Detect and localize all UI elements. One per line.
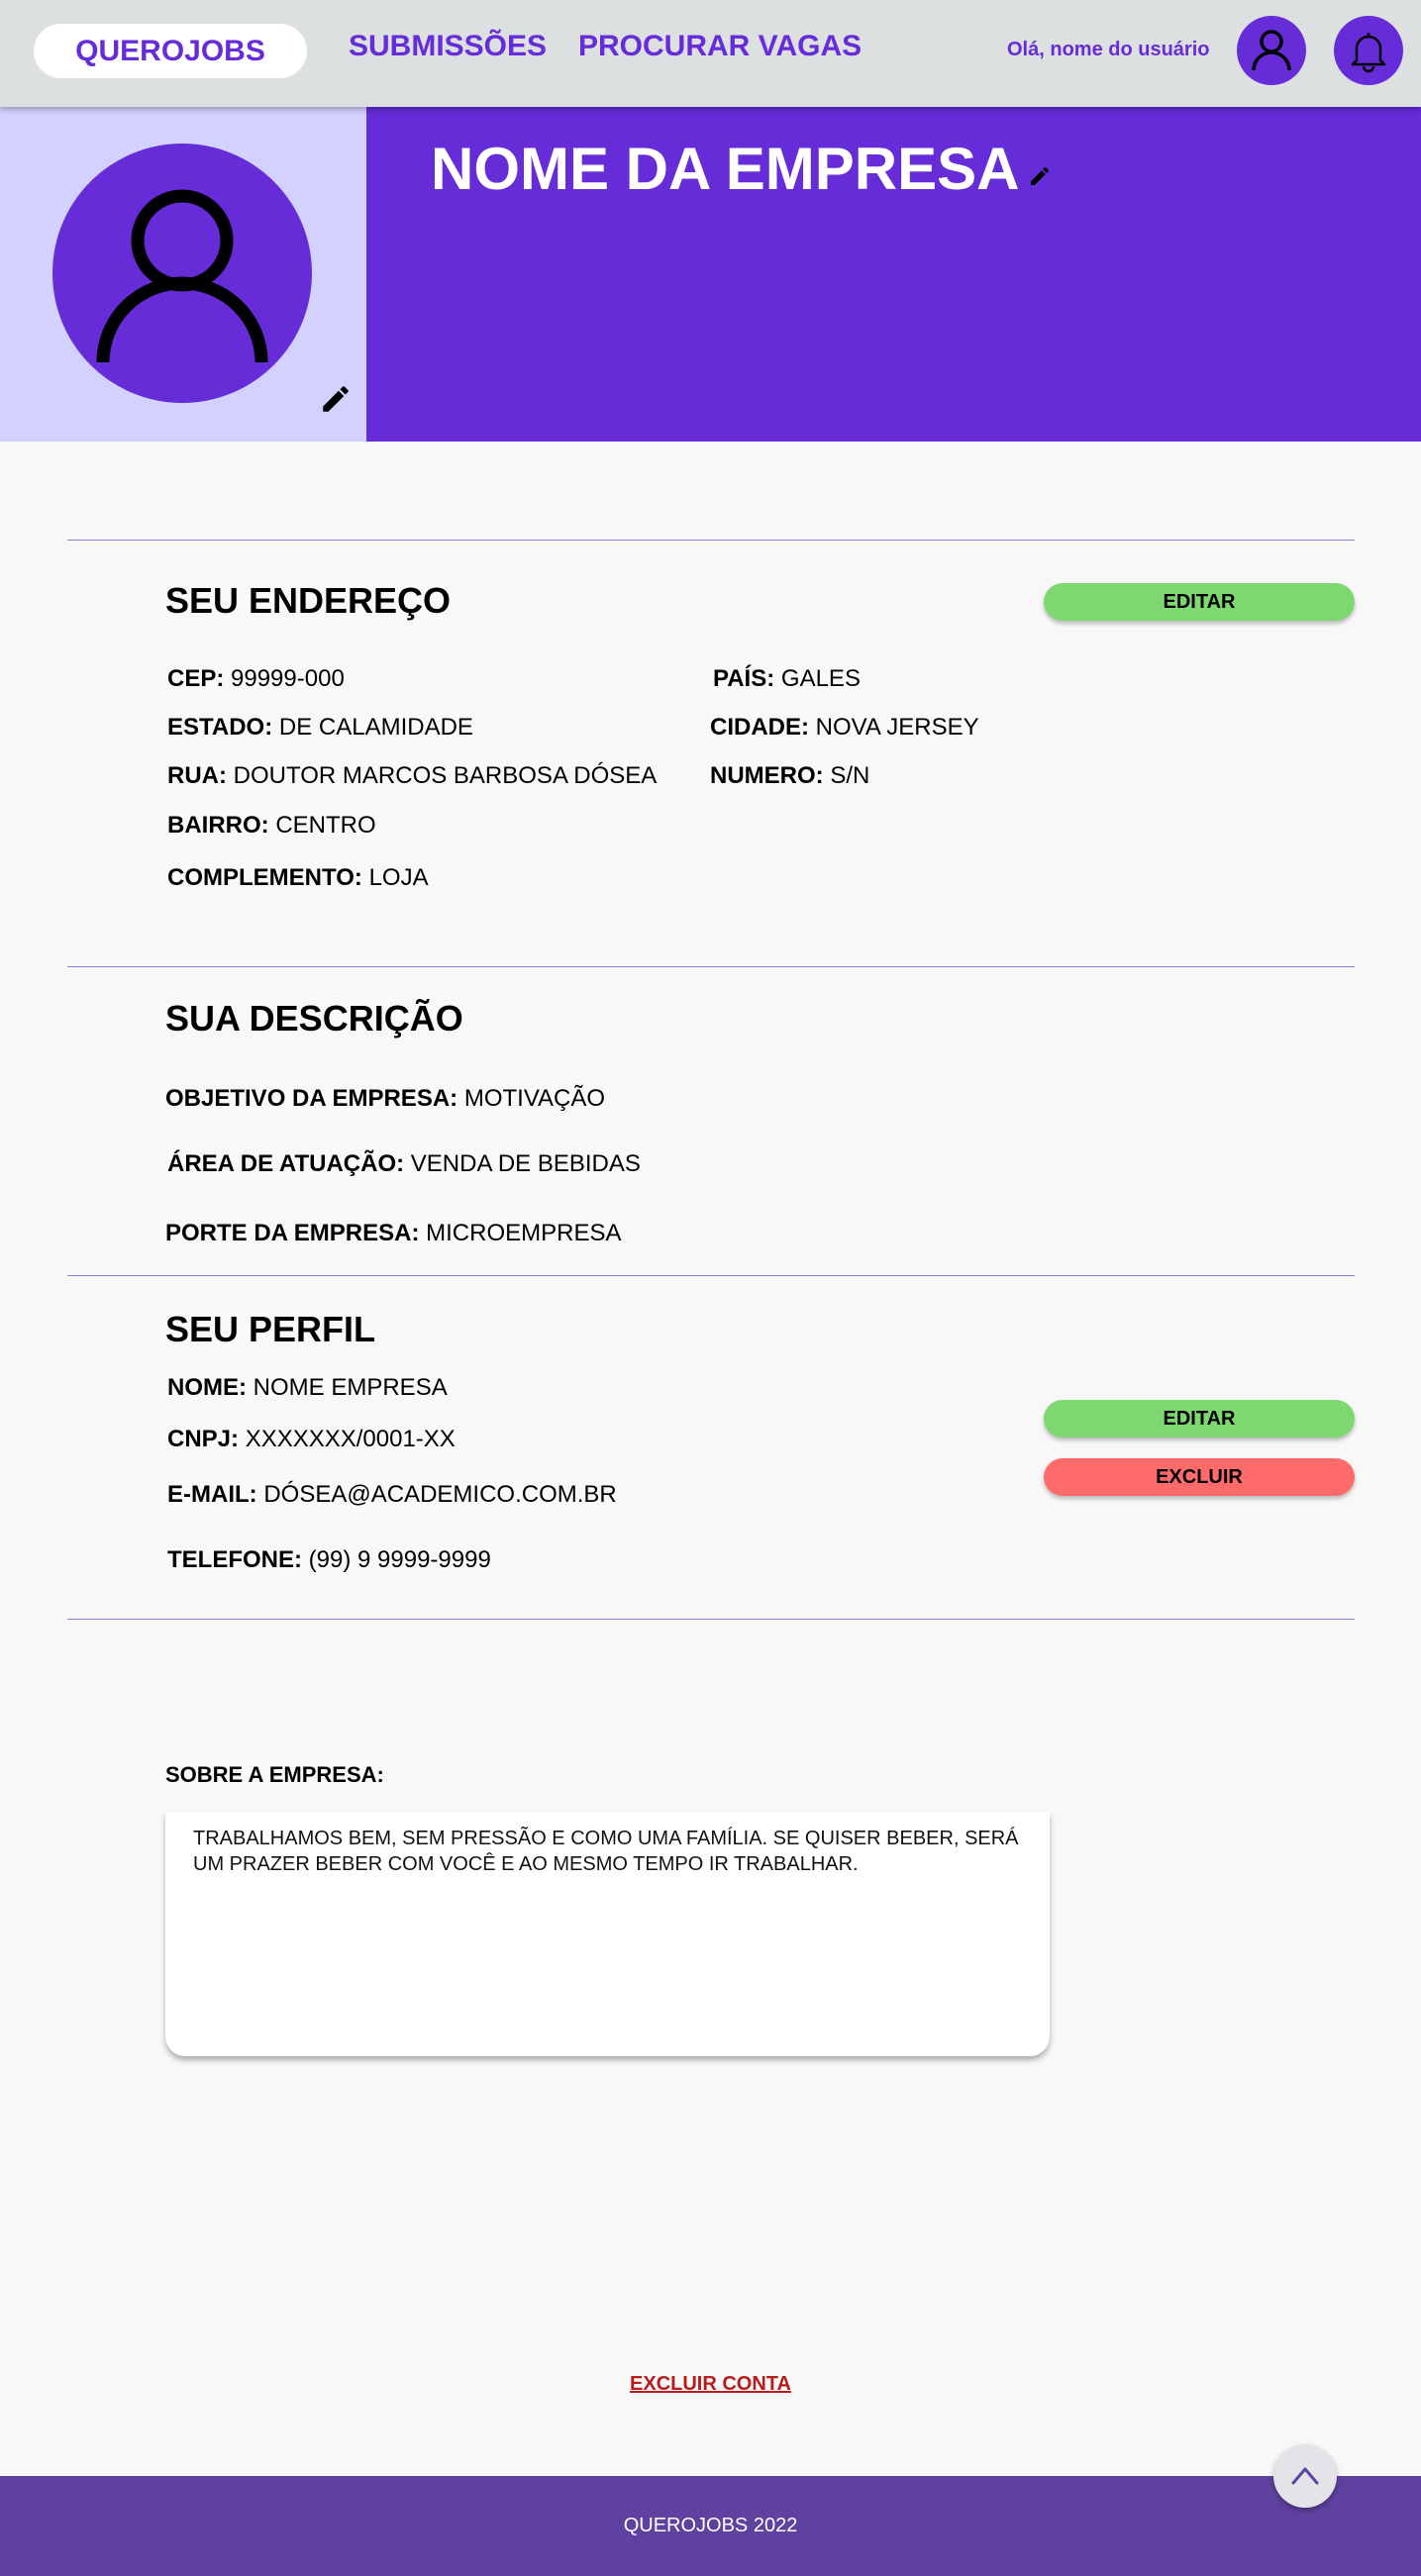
- footer: QUEROJOBS 2022: [0, 2476, 1421, 2576]
- nav-link-procurar-vagas[interactable]: PROCURAR VAGAS: [578, 30, 862, 63]
- field-telefone: TELEFONE: (99) 9 9999-9999: [167, 1546, 491, 1573]
- notifications-button[interactable]: [1334, 16, 1403, 85]
- field-cnpj: CNPJ: XXXXXXX/0001-XX: [167, 1426, 456, 1452]
- user-icon: [96, 189, 268, 363]
- delete-profile-button[interactable]: EXCLUIR: [1044, 1458, 1355, 1496]
- bell-icon: [1351, 33, 1386, 73]
- field-bairro: BAIRRO: CENTRO: [167, 812, 376, 839]
- field-complemento: COMPLEMENTO: LOJA: [167, 864, 429, 891]
- field-numero: NUMERO: S/N: [710, 762, 870, 789]
- chevron-up-icon: [1291, 2467, 1319, 2485]
- delete-account-container: EXCLUIR CONTA: [0, 2373, 1421, 2396]
- company-name-title: NOME DA EMPRESA: [431, 136, 1020, 202]
- field-area-atuacao: ÁREA DE ATUAÇÃO: VENDA DE BEBIDAS: [167, 1150, 641, 1177]
- edit-profile-button[interactable]: EDITAR: [1044, 1400, 1355, 1437]
- divider: [67, 966, 1355, 967]
- edit-company-name-button[interactable]: [1028, 164, 1052, 193]
- edit-avatar-button[interactable]: [319, 382, 353, 421]
- field-objetivo: OBJETIVO DA EMPRESA: MOTIVAÇÃO: [165, 1085, 606, 1112]
- pencil-icon: [1031, 166, 1050, 185]
- footer-text: QUEROJOBS 2022: [623, 2515, 798, 2536]
- divider: [67, 1275, 1355, 1276]
- edit-address-button[interactable]: EDITAR: [1044, 583, 1355, 621]
- address-section-title: SEU ENDEREÇO: [165, 580, 452, 621]
- brand-logo-button[interactable]: QUEROJOBS: [34, 24, 307, 78]
- field-porte: PORTE DA EMPRESA: MICROEMPRESA: [165, 1220, 622, 1246]
- field-nome: NOME: NOME EMPRESA: [167, 1374, 448, 1401]
- user-icon: [1252, 30, 1291, 71]
- field-rua: RUA: DOUTOR MARCOS BARBOSA DÓSEA: [167, 762, 658, 789]
- company-avatar: [52, 144, 312, 403]
- description-section-title: SUA DESCRIÇÃO: [165, 998, 463, 1039]
- user-profile-button[interactable]: [1237, 16, 1306, 85]
- company-banner: NOME DA EMPRESA: [366, 107, 1421, 442]
- top-navbar: QUEROJOBS SUBMISSÕES PROCURAR VAGAS Olá,…: [0, 0, 1421, 107]
- field-cep: CEP: 99999-000: [167, 665, 345, 692]
- field-email: E-MAIL: DÓSEA@ACADEMICO.COM.BR: [167, 1481, 617, 1508]
- field-cidade: CIDADE: NOVA JERSEY: [710, 714, 979, 741]
- delete-account-link[interactable]: EXCLUIR CONTA: [630, 2373, 791, 2395]
- avatar-panel: [0, 107, 366, 442]
- divider: [67, 540, 1355, 541]
- field-pais: PAÍS: GALES: [713, 665, 861, 692]
- about-company-textarea[interactable]: TRABALHAMOS BEM, SEM PRESSÃO E COMO UMA …: [165, 1812, 1050, 2056]
- profile-section-title: SEU PERFIL: [165, 1309, 376, 1349]
- divider: [67, 1619, 1355, 1620]
- field-estado: ESTADO: DE CALAMIDADE: [167, 714, 473, 741]
- user-greeting: Olá, nome do usuário: [1007, 39, 1210, 60]
- scroll-to-top-button[interactable]: [1273, 2444, 1337, 2508]
- nav-link-submissoes[interactable]: SUBMISSÕES: [349, 30, 547, 63]
- pencil-icon: [323, 386, 349, 412]
- about-company-label: SOBRE A EMPRESA:: [165, 1762, 384, 1787]
